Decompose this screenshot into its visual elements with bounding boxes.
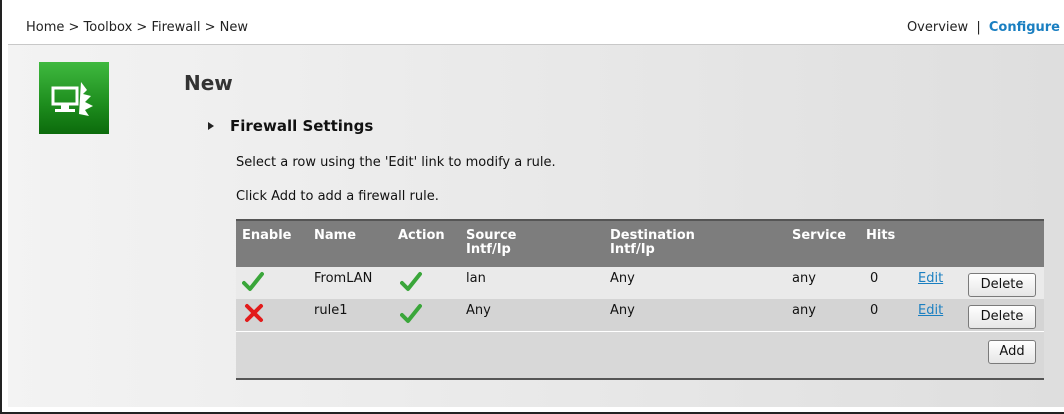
firewall-rules-table: Enable Name Action Source Intf/Ip Destina… <box>236 219 1044 380</box>
col-name: Name <box>314 228 357 243</box>
rule-name: FromLAN <box>314 271 373 286</box>
rule-service: any <box>792 303 816 318</box>
rule-hits: 0 <box>870 271 879 286</box>
rule-service: any <box>792 271 816 286</box>
overview-link[interactable]: Overview <box>907 20 968 35</box>
main-content: New Firewall Settings Select a row using… <box>8 44 1064 407</box>
table-row: FromLAN lan Any any 0 Edit Delete <box>236 267 1044 299</box>
col-action: Action <box>398 228 445 243</box>
section-header[interactable]: Firewall Settings <box>208 117 373 135</box>
rule-name: rule1 <box>314 303 348 318</box>
rule-source: lan <box>466 271 486 286</box>
col-source: Source Intf/Ip <box>466 228 517 257</box>
table-header: Enable Name Action Source Intf/Ip Destina… <box>236 221 1044 267</box>
check-icon <box>242 271 264 297</box>
table-divider <box>236 378 1044 380</box>
configure-link[interactable]: Configure <box>989 20 1060 35</box>
table-footer: Add <box>236 331 1044 378</box>
nav-separator: | <box>976 20 981 35</box>
rule-destination: Any <box>610 271 635 286</box>
firewall-computer-icon <box>39 62 109 134</box>
table-row: rule1 Any Any any 0 Edit Delete <box>236 299 1044 331</box>
col-enable: Enable <box>242 228 292 243</box>
instruction-text: Select a row using the 'Edit' link to mo… <box>236 155 556 170</box>
col-hits: Hits <box>866 228 896 243</box>
add-button[interactable]: Add <box>988 340 1036 364</box>
instruction-text: Click Add to add a firewall rule. <box>236 189 439 204</box>
col-service: Service <box>792 228 847 243</box>
section-title: Firewall Settings <box>230 117 374 135</box>
edit-link[interactable]: Edit <box>918 271 943 286</box>
delete-button[interactable]: Delete <box>968 305 1036 329</box>
delete-button[interactable]: Delete <box>968 273 1036 297</box>
breadcrumb[interactable]: Home > Toolbox > Firewall > New <box>26 20 248 35</box>
check-icon <box>400 303 422 329</box>
page-title: New <box>184 71 233 95</box>
rule-hits: 0 <box>870 303 879 318</box>
header-bar: Home > Toolbox > Firewall > New Overview… <box>8 10 1064 44</box>
top-nav: Overview | Configure <box>907 20 1060 35</box>
rule-source: Any <box>466 303 491 318</box>
rule-destination: Any <box>610 303 635 318</box>
expand-triangle-icon[interactable] <box>208 121 214 130</box>
check-icon <box>400 271 422 297</box>
cross-icon <box>244 303 264 327</box>
edit-link[interactable]: Edit <box>918 303 943 318</box>
col-destination: Destination Intf/Ip <box>610 228 695 257</box>
